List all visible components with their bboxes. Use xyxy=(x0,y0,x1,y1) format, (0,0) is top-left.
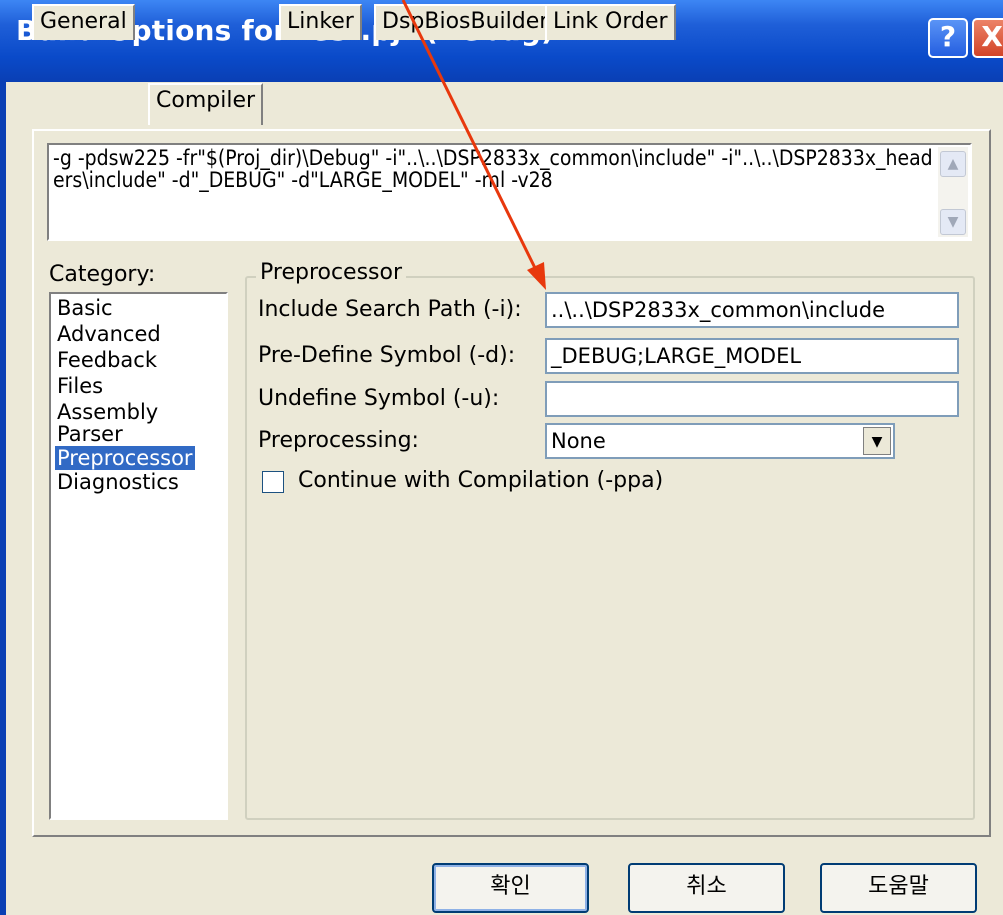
predefine-input[interactable]: _DEBUG;LARGE_MODEL xyxy=(545,338,959,374)
tab-linker[interactable]: Linker xyxy=(279,4,362,40)
preprocessing-label: Preprocessing: xyxy=(258,428,419,453)
list-item[interactable]: Files xyxy=(55,374,105,398)
command-scrollbar[interactable]: ▲ ▼ xyxy=(938,147,968,237)
include-path-input[interactable]: ..\..\DSP2833x_common\include xyxy=(545,292,959,328)
window-frame-left xyxy=(0,82,6,915)
list-item[interactable]: Assembly xyxy=(55,400,160,424)
list-item[interactable]: Diagnostics xyxy=(55,470,181,494)
list-item-selected[interactable]: Preprocessor xyxy=(55,446,195,470)
undefine-input[interactable] xyxy=(545,381,959,417)
chevron-down-icon[interactable]: ▼ xyxy=(863,427,891,455)
predefine-label: Pre-Define Symbol (-d): xyxy=(258,343,516,368)
group-title: Preprocessor xyxy=(256,260,407,285)
list-item[interactable]: Basic xyxy=(55,296,115,320)
build-options-dialog: Build Options for test.pjt (Debug) ? X G… xyxy=(0,0,1003,915)
list-item[interactable]: Parser xyxy=(55,422,125,446)
tab-link-order[interactable]: Link Order xyxy=(545,4,676,40)
preprocessing-select[interactable]: None ▼ xyxy=(545,423,895,459)
category-label: Category: xyxy=(49,262,156,287)
command-line-box[interactable]: -g -pdsw225 -fr"$(Proj_dir)\Debug" -i"..… xyxy=(47,143,972,241)
tab-general[interactable]: General xyxy=(32,4,135,40)
list-item[interactable]: Feedback xyxy=(55,348,159,372)
help-icon[interactable]: ? xyxy=(928,18,968,58)
undefine-label: Undefine Symbol (-u): xyxy=(258,386,500,411)
include-path-label: Include Search Path (-i): xyxy=(258,297,522,322)
scroll-up-icon[interactable]: ▲ xyxy=(940,151,966,177)
tab-compiler[interactable]: Compiler xyxy=(148,83,264,125)
cancel-button[interactable]: 취소 xyxy=(628,863,785,913)
continue-compilation-checkbox[interactable] xyxy=(262,471,284,493)
close-icon[interactable]: X xyxy=(972,18,1003,58)
ok-button[interactable]: 확인 xyxy=(432,863,589,913)
category-list[interactable]: Basic Advanced Feedback Files Assembly P… xyxy=(49,292,228,820)
tab-dspbiosbuilder[interactable]: DspBiosBuilder xyxy=(374,4,557,40)
scroll-down-icon[interactable]: ▼ xyxy=(940,209,966,235)
command-line-text: -g -pdsw225 -fr"$(Proj_dir)\Debug" -i"..… xyxy=(53,146,933,192)
list-item[interactable]: Advanced xyxy=(55,322,163,346)
continue-compilation-label: Continue with Compilation (-ppa) xyxy=(298,468,664,493)
preprocessing-value: None xyxy=(551,429,606,453)
help-button[interactable]: 도움말 xyxy=(820,863,977,913)
